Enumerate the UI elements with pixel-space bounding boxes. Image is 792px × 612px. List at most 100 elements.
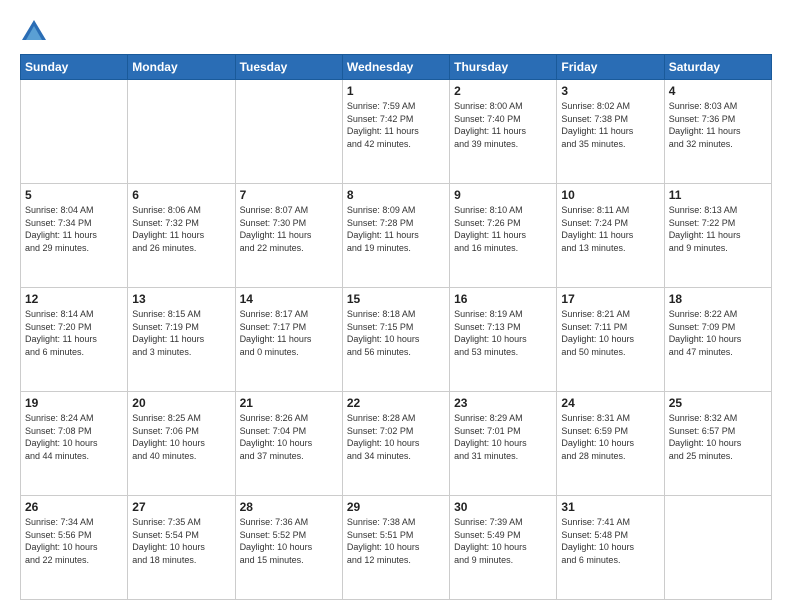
calendar-cell: 9 Sunrise: 8:10 AM Sunset: 7:26 PM Daylig… bbox=[450, 184, 557, 288]
calendar-cell: 17 Sunrise: 8:21 AM Sunset: 7:11 PM Dayli… bbox=[557, 288, 664, 392]
day-info: Sunrise: 8:29 AM Sunset: 7:01 PM Dayligh… bbox=[454, 412, 552, 462]
day-info: Sunrise: 8:24 AM Sunset: 7:08 PM Dayligh… bbox=[25, 412, 123, 462]
day-info: Sunrise: 8:22 AM Sunset: 7:09 PM Dayligh… bbox=[669, 308, 767, 358]
calendar-cell: 13 Sunrise: 8:15 AM Sunset: 7:19 PM Dayli… bbox=[128, 288, 235, 392]
day-number: 26 bbox=[25, 500, 123, 514]
calendar-cell: 23Sunrise: 8:29 AM Sunset: 7:01 PM Dayli… bbox=[450, 392, 557, 496]
calendar-cell: 10 Sunrise: 8:11 AM Sunset: 7:24 PM Dayli… bbox=[557, 184, 664, 288]
day-info: Sunrise: 8:13 AM Sunset: 7:22 PM Dayligh… bbox=[669, 204, 767, 254]
logo bbox=[20, 18, 52, 46]
day-number: 5 bbox=[25, 188, 123, 202]
calendar-cell: 4 Sunrise: 8:03 AM Sunset: 7:36 PM Daylig… bbox=[664, 80, 771, 184]
calendar-cell: 16 Sunrise: 8:19 AM Sunset: 7:13 PM Dayli… bbox=[450, 288, 557, 392]
calendar-cell: 27 Sunrise: 7:35 AM Sunset: 5:54 PM Dayli… bbox=[128, 496, 235, 600]
day-number: 19 bbox=[25, 396, 123, 410]
calendar-cell: 2Sunrise: 8:00 AM Sunset: 7:40 PM Daylig… bbox=[450, 80, 557, 184]
day-number: 18 bbox=[669, 292, 767, 306]
day-info: Sunrise: 8:28 AM Sunset: 7:02 PM Dayligh… bbox=[347, 412, 445, 462]
day-header-thursday: Thursday bbox=[450, 55, 557, 80]
header bbox=[20, 18, 772, 46]
calendar-body: 1 Sunrise: 7:59 AM Sunset: 7:42 PM Daylig… bbox=[21, 80, 772, 600]
calendar-week-1: 5 Sunrise: 8:04 AM Sunset: 7:34 PM Daylig… bbox=[21, 184, 772, 288]
day-number: 27 bbox=[132, 500, 230, 514]
day-number: 28 bbox=[240, 500, 338, 514]
day-number: 12 bbox=[25, 292, 123, 306]
day-info: Sunrise: 8:15 AM Sunset: 7:19 PM Dayligh… bbox=[132, 308, 230, 358]
day-number: 29 bbox=[347, 500, 445, 514]
day-info: Sunrise: 8:02 AM Sunset: 7:38 PM Dayligh… bbox=[561, 100, 659, 150]
day-info: Sunrise: 8:11 AM Sunset: 7:24 PM Dayligh… bbox=[561, 204, 659, 254]
day-header-wednesday: Wednesday bbox=[342, 55, 449, 80]
calendar-week-3: 19 Sunrise: 8:24 AM Sunset: 7:08 PM Dayli… bbox=[21, 392, 772, 496]
logo-icon bbox=[20, 18, 48, 46]
day-info: Sunrise: 8:25 AM Sunset: 7:06 PM Dayligh… bbox=[132, 412, 230, 462]
calendar-cell: 26 Sunrise: 7:34 AM Sunset: 5:56 PM Dayli… bbox=[21, 496, 128, 600]
day-number: 1 bbox=[347, 84, 445, 98]
calendar-cell: 7 Sunrise: 8:07 AM Sunset: 7:30 PM Daylig… bbox=[235, 184, 342, 288]
day-info: Sunrise: 8:18 AM Sunset: 7:15 PM Dayligh… bbox=[347, 308, 445, 358]
day-number: 9 bbox=[454, 188, 552, 202]
calendar-cell: 21Sunrise: 8:26 AM Sunset: 7:04 PM Dayli… bbox=[235, 392, 342, 496]
day-info: Sunrise: 7:59 AM Sunset: 7:42 PM Dayligh… bbox=[347, 100, 445, 150]
day-number: 11 bbox=[669, 188, 767, 202]
day-number: 4 bbox=[669, 84, 767, 98]
day-info: Sunrise: 7:36 AM Sunset: 5:52 PM Dayligh… bbox=[240, 516, 338, 566]
calendar-cell: 22 Sunrise: 8:28 AM Sunset: 7:02 PM Dayli… bbox=[342, 392, 449, 496]
day-info: Sunrise: 8:03 AM Sunset: 7:36 PM Dayligh… bbox=[669, 100, 767, 150]
day-info: Sunrise: 8:32 AM Sunset: 6:57 PM Dayligh… bbox=[669, 412, 767, 462]
calendar-cell: 28 Sunrise: 7:36 AM Sunset: 5:52 PM Dayli… bbox=[235, 496, 342, 600]
calendar-cell: 5 Sunrise: 8:04 AM Sunset: 7:34 PM Daylig… bbox=[21, 184, 128, 288]
day-header-saturday: Saturday bbox=[664, 55, 771, 80]
calendar-cell bbox=[21, 80, 128, 184]
calendar-cell: 19 Sunrise: 8:24 AM Sunset: 7:08 PM Dayli… bbox=[21, 392, 128, 496]
day-info: Sunrise: 7:39 AM Sunset: 5:49 PM Dayligh… bbox=[454, 516, 552, 566]
day-info: Sunrise: 7:34 AM Sunset: 5:56 PM Dayligh… bbox=[25, 516, 123, 566]
calendar-cell: 25Sunrise: 8:32 AM Sunset: 6:57 PM Dayli… bbox=[664, 392, 771, 496]
day-info: Sunrise: 8:26 AM Sunset: 7:04 PM Dayligh… bbox=[240, 412, 338, 462]
day-number: 17 bbox=[561, 292, 659, 306]
day-number: 13 bbox=[132, 292, 230, 306]
day-info: Sunrise: 8:17 AM Sunset: 7:17 PM Dayligh… bbox=[240, 308, 338, 358]
day-info: Sunrise: 8:06 AM Sunset: 7:32 PM Dayligh… bbox=[132, 204, 230, 254]
calendar-cell: 14 Sunrise: 8:17 AM Sunset: 7:17 PM Dayli… bbox=[235, 288, 342, 392]
day-header-sunday: Sunday bbox=[21, 55, 128, 80]
day-number: 24 bbox=[561, 396, 659, 410]
calendar-cell: 11 Sunrise: 8:13 AM Sunset: 7:22 PM Dayli… bbox=[664, 184, 771, 288]
day-number: 15 bbox=[347, 292, 445, 306]
day-info: Sunrise: 8:14 AM Sunset: 7:20 PM Dayligh… bbox=[25, 308, 123, 358]
day-info: Sunrise: 7:38 AM Sunset: 5:51 PM Dayligh… bbox=[347, 516, 445, 566]
day-number: 7 bbox=[240, 188, 338, 202]
calendar-cell: 15 Sunrise: 8:18 AM Sunset: 7:15 PM Dayli… bbox=[342, 288, 449, 392]
calendar-table: SundayMondayTuesdayWednesdayThursdayFrid… bbox=[20, 54, 772, 600]
day-info: Sunrise: 8:07 AM Sunset: 7:30 PM Dayligh… bbox=[240, 204, 338, 254]
day-number: 20 bbox=[132, 396, 230, 410]
calendar-cell: 20 Sunrise: 8:25 AM Sunset: 7:06 PM Dayli… bbox=[128, 392, 235, 496]
day-info: Sunrise: 7:35 AM Sunset: 5:54 PM Dayligh… bbox=[132, 516, 230, 566]
day-number: 16 bbox=[454, 292, 552, 306]
calendar-cell: 6 Sunrise: 8:06 AM Sunset: 7:32 PM Daylig… bbox=[128, 184, 235, 288]
calendar-cell bbox=[235, 80, 342, 184]
calendar-week-2: 12 Sunrise: 8:14 AM Sunset: 7:20 PM Dayli… bbox=[21, 288, 772, 392]
day-number: 6 bbox=[132, 188, 230, 202]
day-number: 10 bbox=[561, 188, 659, 202]
calendar-cell: 30 Sunrise: 7:39 AM Sunset: 5:49 PM Dayli… bbox=[450, 496, 557, 600]
day-number: 2 bbox=[454, 84, 552, 98]
day-number: 22 bbox=[347, 396, 445, 410]
day-number: 8 bbox=[347, 188, 445, 202]
day-number: 14 bbox=[240, 292, 338, 306]
day-info: Sunrise: 8:04 AM Sunset: 7:34 PM Dayligh… bbox=[25, 204, 123, 254]
calendar-cell: 24 Sunrise: 8:31 AM Sunset: 6:59 PM Dayli… bbox=[557, 392, 664, 496]
day-info: Sunrise: 8:19 AM Sunset: 7:13 PM Dayligh… bbox=[454, 308, 552, 358]
day-info: Sunrise: 8:09 AM Sunset: 7:28 PM Dayligh… bbox=[347, 204, 445, 254]
day-number: 30 bbox=[454, 500, 552, 514]
day-header-friday: Friday bbox=[557, 55, 664, 80]
calendar-cell bbox=[128, 80, 235, 184]
day-info: Sunrise: 8:31 AM Sunset: 6:59 PM Dayligh… bbox=[561, 412, 659, 462]
day-info: Sunrise: 8:10 AM Sunset: 7:26 PM Dayligh… bbox=[454, 204, 552, 254]
calendar-cell: 1 Sunrise: 7:59 AM Sunset: 7:42 PM Daylig… bbox=[342, 80, 449, 184]
day-info: Sunrise: 8:21 AM Sunset: 7:11 PM Dayligh… bbox=[561, 308, 659, 358]
day-info: Sunrise: 7:41 AM Sunset: 5:48 PM Dayligh… bbox=[561, 516, 659, 566]
calendar-cell: 12 Sunrise: 8:14 AM Sunset: 7:20 PM Dayli… bbox=[21, 288, 128, 392]
calendar-cell: 31Sunrise: 7:41 AM Sunset: 5:48 PM Dayli… bbox=[557, 496, 664, 600]
day-header-monday: Monday bbox=[128, 55, 235, 80]
